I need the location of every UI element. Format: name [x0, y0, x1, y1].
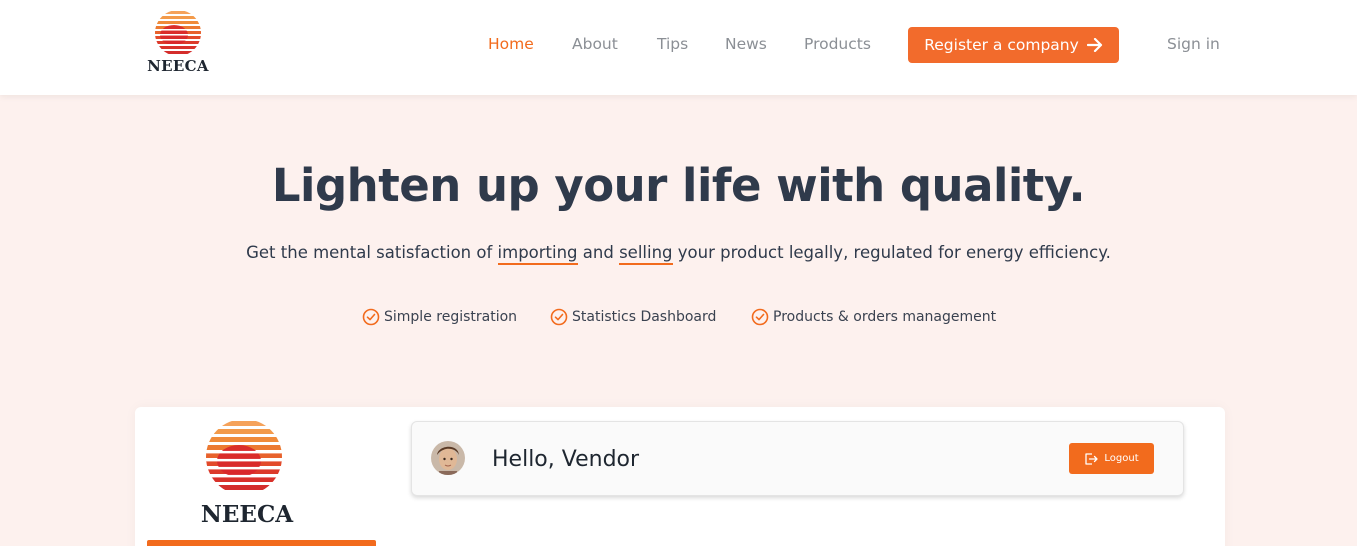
- sidebar-active-item[interactable]: [147, 540, 376, 546]
- subtitle-text-2: and: [577, 243, 620, 262]
- neeca-logo[interactable]: NEECA: [146, 9, 210, 75]
- feature-label: Simple registration: [384, 309, 518, 325]
- subtitle-text-3: your product legally, regulated for ener…: [672, 243, 1111, 262]
- neeca-logo-icon: [155, 10, 201, 56]
- check-circle-icon: [550, 308, 568, 326]
- feature-label: Products & orders management: [773, 309, 997, 325]
- avatar[interactable]: [431, 441, 465, 475]
- feature-simple-registration: Simple registration: [362, 306, 517, 328]
- check-circle-icon: [362, 308, 380, 326]
- greeting-text: Hello, Vendor: [492, 447, 640, 472]
- site-header: NEECA Home About Tips News Products Regi…: [0, 0, 1357, 95]
- signin-link[interactable]: Sign in: [1167, 34, 1220, 54]
- preview-logo: NEECA: [197, 419, 297, 529]
- register-button-label: Register a company: [924, 36, 1079, 54]
- greeting-card: Hello, Vendor Logout: [411, 421, 1184, 496]
- nav-tips[interactable]: Tips: [657, 34, 688, 54]
- logout-button[interactable]: Logout: [1069, 443, 1154, 474]
- user-avatar-icon: [431, 441, 465, 475]
- nav-about[interactable]: About: [572, 34, 618, 54]
- nav-products[interactable]: Products: [804, 34, 871, 54]
- feature-statistics-dashboard: Statistics Dashboard: [550, 306, 716, 328]
- subtitle-importing: importing: [497, 243, 578, 265]
- logout-label: Logout: [1104, 453, 1139, 464]
- register-company-button[interactable]: Register a company: [908, 27, 1119, 63]
- nav-home[interactable]: Home: [488, 34, 534, 54]
- nav-news[interactable]: News: [725, 34, 767, 54]
- check-circle-icon: [751, 308, 769, 326]
- preview-logo-text: NEECA: [200, 501, 294, 528]
- feature-label: Statistics Dashboard: [572, 309, 717, 325]
- arrow-right-icon: [1086, 38, 1102, 52]
- logo-text: NEECA: [147, 57, 209, 75]
- subtitle-text-1: Get the mental satisfaction of: [246, 243, 498, 262]
- subtitle-selling: selling: [619, 243, 673, 265]
- feature-products-orders: Products & orders management: [751, 306, 996, 328]
- hero-subtitle: Get the mental satisfaction of importing…: [0, 240, 1357, 266]
- feature-list: Simple registration Statistics Dashboard…: [0, 306, 1357, 328]
- hero-title: Lighten up your life with quality.: [271, 159, 1086, 212]
- logout-icon: [1085, 452, 1099, 465]
- dashboard-preview: NEECA Hello, Vendor Logout: [135, 407, 1225, 546]
- neeca-logo-icon: [206, 419, 282, 495]
